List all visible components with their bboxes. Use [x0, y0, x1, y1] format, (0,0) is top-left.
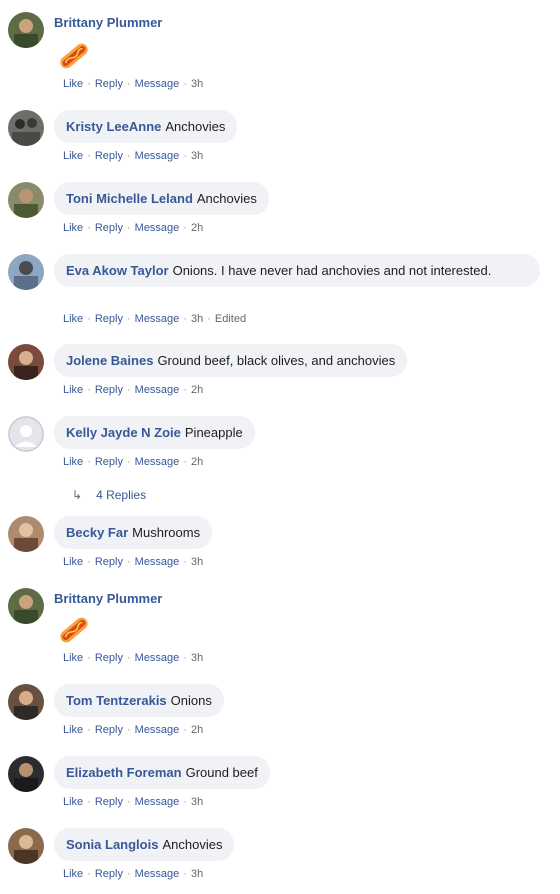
comment-text: Ground beef — [185, 765, 258, 780]
reply-link[interactable]: Reply — [95, 868, 123, 880]
replies-count[interactable]: 4 Replies — [96, 488, 146, 502]
comment-bubble: Becky Far Mushrooms — [54, 516, 213, 549]
comment-text: Anchovies — [165, 119, 226, 134]
comment-author[interactable]: Sonia Langlois — [66, 837, 158, 852]
comment-author[interactable]: Tom Tentzerakis — [66, 693, 167, 708]
comment-time[interactable]: 2h — [191, 724, 203, 736]
comment-time[interactable]: 3h — [191, 796, 203, 808]
like-link[interactable]: Like — [63, 456, 83, 468]
like-link[interactable]: Like — [63, 652, 83, 664]
hot-dog-sticker — [60, 617, 88, 643]
like-link[interactable]: Like — [63, 868, 83, 880]
user-avatar[interactable] — [8, 12, 44, 48]
comment-author[interactable]: Kristy LeeAnne — [66, 119, 161, 134]
comment-author[interactable]: Kelly Jayde N Zoie — [66, 425, 181, 440]
comment-bubble: Tom Tentzerakis Onions — [54, 684, 224, 717]
comment-author[interactable]: Eva Akow Taylor — [66, 263, 169, 278]
comment-bubble: Sonia Langlois Anchovies — [54, 828, 235, 861]
reply-arrow-icon: ↳ — [72, 488, 83, 502]
comment-text: Anchovies — [162, 837, 223, 852]
user-avatar[interactable] — [8, 588, 44, 624]
user-avatar[interactable] — [8, 416, 44, 452]
reply-link[interactable]: Reply — [95, 556, 123, 568]
comment-time[interactable]: 3h — [191, 868, 203, 880]
reply-link[interactable]: Reply — [95, 313, 123, 325]
user-avatar[interactable] — [8, 254, 44, 290]
comment-text: Ground beef, black olives, and anchovies — [157, 353, 396, 368]
comment-time[interactable]: 3h — [191, 556, 203, 568]
like-link[interactable]: Like — [63, 556, 83, 568]
message-link[interactable]: Message — [135, 652, 180, 664]
edited-label[interactable]: Edited — [215, 313, 246, 325]
like-link[interactable]: Like — [63, 313, 83, 325]
reply-link[interactable]: Reply — [95, 78, 123, 90]
comment-time[interactable]: 3h — [191, 652, 203, 664]
message-link[interactable]: Message — [135, 222, 180, 234]
comment-text: Mushrooms — [132, 525, 201, 540]
user-avatar[interactable] — [8, 110, 44, 146]
comment-text: Anchovies — [196, 191, 257, 206]
comment-author[interactable]: Jolene Baines — [66, 353, 153, 368]
user-avatar[interactable] — [8, 828, 44, 864]
message-link[interactable]: Message — [135, 78, 180, 90]
message-link[interactable]: Message — [135, 384, 180, 396]
comment-time[interactable]: 2h — [191, 384, 203, 396]
hot-dog-sticker — [60, 43, 88, 69]
like-link[interactable]: Like — [63, 384, 83, 396]
reply-link[interactable]: Reply — [95, 150, 123, 162]
comment-author[interactable]: Brittany Plummer — [54, 591, 162, 606]
user-avatar[interactable] — [8, 516, 44, 552]
comment-author[interactable]: Toni Michelle Leland — [66, 191, 193, 206]
message-link[interactable]: Message — [135, 868, 180, 880]
like-link[interactable]: Like — [63, 724, 83, 736]
like-link[interactable]: Like — [63, 78, 83, 90]
reply-link[interactable]: Reply — [95, 222, 123, 234]
comment-text: Onions. I have never had anchovies and n… — [172, 263, 492, 278]
user-avatar[interactable] — [8, 684, 44, 720]
reply-link[interactable]: Reply — [95, 384, 123, 396]
comment-bubble: Elizabeth Foreman Ground beef — [54, 756, 270, 789]
message-link[interactable]: Message — [135, 313, 180, 325]
user-avatar[interactable] — [8, 182, 44, 218]
comment-text: Onions — [170, 693, 212, 708]
comment-text: Pineapple — [184, 425, 243, 440]
view-replies-link[interactable]: ↳ 4 Replies — [72, 488, 146, 502]
reply-link[interactable]: Reply — [95, 456, 123, 468]
comment-bubble: Kelly Jayde N Zoie Pineapple — [54, 416, 255, 449]
like-link[interactable]: Like — [63, 150, 83, 162]
user-avatar[interactable] — [8, 756, 44, 792]
like-link[interactable]: Like — [63, 796, 83, 808]
comment-time[interactable]: 2h — [191, 456, 203, 468]
comment-bubble: Eva Akow Taylor Onions. I have never had … — [54, 254, 540, 287]
comment-author[interactable]: Elizabeth Foreman — [66, 765, 182, 780]
comment-time[interactable]: 3h — [191, 150, 203, 162]
comment-bubble: Toni Michelle Leland Anchovies — [54, 182, 269, 215]
reply-link[interactable]: Reply — [95, 652, 123, 664]
comment-time[interactable]: 3h — [191, 313, 203, 325]
message-link[interactable]: Message — [135, 150, 180, 162]
comment-bubble: Jolene Baines Ground beef, black olives, … — [54, 344, 408, 377]
user-avatar[interactable] — [8, 344, 44, 380]
reply-link[interactable]: Reply — [95, 796, 123, 808]
reply-link[interactable]: Reply — [95, 724, 123, 736]
message-link[interactable]: Message — [135, 724, 180, 736]
message-link[interactable]: Message — [135, 796, 180, 808]
comment-author[interactable]: Brittany Plummer — [54, 15, 162, 30]
comment-bubble: Kristy LeeAnne Anchovies — [54, 110, 238, 143]
comment-author[interactable]: Becky Far — [66, 525, 128, 540]
message-link[interactable]: Message — [135, 456, 180, 468]
comment-time[interactable]: 2h — [191, 222, 203, 234]
like-link[interactable]: Like — [63, 222, 83, 234]
message-link[interactable]: Message — [135, 556, 180, 568]
comment-time[interactable]: 3h — [191, 78, 203, 90]
